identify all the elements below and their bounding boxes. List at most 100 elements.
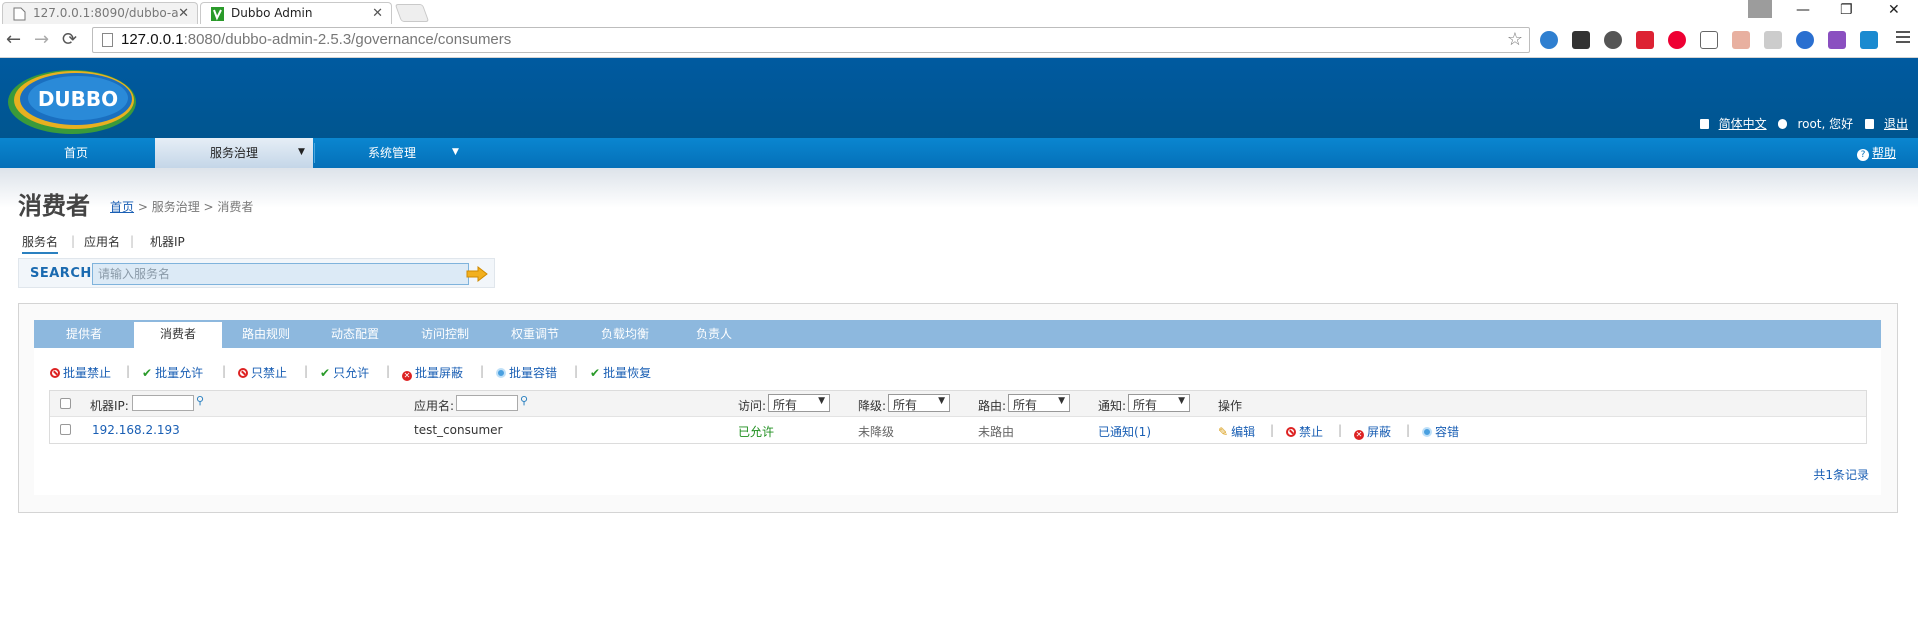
divider: | bbox=[574, 364, 579, 378]
divider: | bbox=[1270, 423, 1275, 437]
extension-gear-icon[interactable] bbox=[1796, 31, 1814, 49]
row-route-status: 未路由 bbox=[978, 425, 1015, 439]
close-tab-icon[interactable]: ✕ bbox=[372, 6, 383, 21]
only-forbid-button[interactable]: 只禁止 bbox=[238, 364, 287, 381]
search-tab-machine-ip[interactable]: 机器IP bbox=[150, 233, 185, 250]
pencil-icon: ✎ bbox=[1218, 425, 1229, 439]
browser-tab-title: 127.0.0.1:8090/dubbo-a bbox=[33, 6, 179, 20]
header-degrade: 降级: bbox=[858, 399, 887, 413]
ip-filter-input[interactable] bbox=[132, 395, 194, 411]
select-all-checkbox[interactable] bbox=[60, 398, 71, 409]
browser-tab-2[interactable]: Dubbo Admin ✕ bbox=[200, 2, 392, 24]
detail-tabs: 提供者 消费者 路由规则 动态配置 访问控制 权重调节 负载均衡 负责人 bbox=[34, 320, 1881, 348]
search-bar: SEARCH bbox=[18, 258, 495, 288]
divider: | bbox=[222, 364, 227, 378]
header-operations: 操作 bbox=[1218, 399, 1243, 413]
breadcrumb-home-link[interactable]: 首页 bbox=[110, 200, 134, 214]
search-icon[interactable]: ⚲ bbox=[520, 394, 528, 407]
degrade-filter-select[interactable]: 所有 ▼ bbox=[888, 394, 950, 412]
route-filter-select[interactable]: 所有 ▼ bbox=[1008, 394, 1070, 412]
address-bar[interactable]: 127.0.0.1:8080/dubbo-admin-2.5.3/governa… bbox=[92, 27, 1530, 53]
browser-tab-title: Dubbo Admin bbox=[231, 6, 313, 20]
browser-menu-icon[interactable] bbox=[1896, 31, 1910, 45]
shield-button[interactable]: ✕ 屏蔽 bbox=[1354, 423, 1391, 440]
help-icon: ? bbox=[1856, 149, 1869, 161]
extension-evernote-icon[interactable] bbox=[1604, 31, 1622, 49]
search-tab-app-name[interactable]: 应用名 bbox=[84, 233, 120, 250]
batch-allow-button[interactable]: ✔ 批量允许 bbox=[142, 364, 203, 381]
extension-s-icon[interactable] bbox=[1860, 31, 1878, 49]
language-link[interactable]: 简体中文 bbox=[1699, 117, 1767, 131]
extension-crosshair-icon[interactable] bbox=[1700, 31, 1718, 49]
search-icon[interactable]: ⚲ bbox=[196, 394, 204, 407]
row-access-status: 已允许 bbox=[738, 425, 775, 439]
tab-consumers[interactable]: 消费者 bbox=[134, 320, 222, 348]
nav-home[interactable]: 首页 bbox=[0, 138, 152, 168]
extension-tree-icon[interactable] bbox=[1764, 31, 1782, 49]
nav-service-governance[interactable]: 服务治理 ▼ bbox=[155, 138, 313, 168]
extension-opera-icon[interactable] bbox=[1668, 31, 1686, 49]
tab-providers[interactable]: 提供者 bbox=[34, 320, 134, 348]
extension-feather-icon[interactable] bbox=[1828, 31, 1846, 49]
nav-system-management[interactable]: 系统管理 ▼ bbox=[316, 138, 468, 168]
bookmark-star-icon[interactable]: ☆ bbox=[1507, 29, 1523, 50]
extension-check-icon[interactable] bbox=[1572, 31, 1590, 49]
reload-icon[interactable]: ⟳ bbox=[62, 29, 77, 50]
tab-load-balance[interactable]: 负载均衡 bbox=[580, 320, 670, 348]
row-checkbox[interactable] bbox=[60, 424, 71, 435]
minimize-icon[interactable]: — bbox=[1796, 2, 1810, 18]
notify-filter-select[interactable]: 所有 ▼ bbox=[1128, 394, 1190, 412]
check-icon: ✔ bbox=[320, 366, 331, 380]
tab-weights[interactable]: 权重调节 bbox=[490, 320, 580, 348]
divider: | bbox=[1406, 423, 1411, 437]
extension-globe-icon[interactable] bbox=[1540, 31, 1558, 49]
table-row: 192.168.2.193 test_consumer 已允许 未降级 未路由 … bbox=[50, 417, 1866, 443]
header-route: 路由: bbox=[978, 399, 1007, 413]
access-filter-select[interactable]: 所有 ▼ bbox=[768, 394, 830, 412]
tolerate-button[interactable]: 容错 bbox=[1422, 423, 1459, 440]
only-allow-button[interactable]: ✔ 只允许 bbox=[320, 364, 369, 381]
search-input[interactable] bbox=[92, 263, 469, 285]
dropdown-arrow-icon: ▼ bbox=[1178, 396, 1185, 406]
new-tab-button[interactable] bbox=[394, 4, 430, 22]
nav-divider bbox=[314, 143, 315, 163]
search-tab-service-name[interactable]: 服务名 bbox=[22, 233, 59, 254]
forward-icon[interactable]: → bbox=[34, 29, 49, 50]
extension-window-icon[interactable] bbox=[1732, 31, 1750, 49]
window-close-icon[interactable]: ✕ bbox=[1888, 2, 1900, 18]
row-notify-link[interactable]: 已通知(1) bbox=[1098, 423, 1151, 440]
forbid-button[interactable]: 禁止 bbox=[1286, 423, 1323, 440]
tab-owners[interactable]: 负责人 bbox=[670, 320, 758, 348]
app-filter-input[interactable] bbox=[456, 395, 518, 411]
tab-access-control[interactable]: 访问控制 bbox=[400, 320, 490, 348]
batch-forbid-button[interactable]: 批量禁止 bbox=[50, 364, 111, 381]
dubbo-logo[interactable]: DUBBO bbox=[6, 64, 142, 134]
edit-button[interactable]: ✎ 编辑 bbox=[1218, 423, 1255, 440]
search-arrow-icon[interactable] bbox=[465, 266, 489, 282]
divider: | bbox=[386, 364, 391, 378]
profile-icon[interactable] bbox=[1748, 0, 1772, 18]
tab-routes[interactable]: 路由规则 bbox=[222, 320, 310, 348]
row-degrade-status: 未降级 bbox=[858, 425, 895, 439]
batch-recover-button[interactable]: ✔ 批量恢复 bbox=[590, 364, 651, 381]
divider: | bbox=[126, 364, 131, 378]
row-ip-link[interactable]: 192.168.2.193 bbox=[92, 423, 180, 437]
help-link[interactable]: ? 帮助 bbox=[1856, 138, 1896, 168]
dropdown-arrow-icon: ▼ bbox=[1058, 396, 1065, 406]
language-icon bbox=[1699, 119, 1709, 129]
logout-link[interactable]: 退出 bbox=[1864, 117, 1908, 131]
page-info-icon[interactable] bbox=[102, 33, 113, 47]
browser-tab-1[interactable]: 127.0.0.1:8090/dubbo-a ✕ bbox=[2, 2, 198, 24]
tab-dynamic-config[interactable]: 动态配置 bbox=[310, 320, 400, 348]
extension-fe-icon[interactable] bbox=[1636, 31, 1654, 49]
dropdown-arrow-icon: ▼ bbox=[818, 396, 825, 406]
search-label: SEARCH bbox=[30, 266, 92, 281]
divider: | bbox=[480, 364, 485, 378]
main-nav: 首页 服务治理 ▼ 系统管理 ▼ ? 帮助 bbox=[0, 138, 1918, 168]
back-icon[interactable]: ← bbox=[6, 29, 21, 50]
batch-tolerate-button[interactable]: 批量容错 bbox=[496, 364, 557, 381]
close-tab-icon[interactable]: ✕ bbox=[178, 6, 189, 21]
maximize-icon[interactable]: ❐ bbox=[1840, 2, 1853, 18]
batch-shield-button[interactable]: ✕ 批量屏蔽 bbox=[402, 364, 463, 381]
check-icon: ✔ bbox=[590, 366, 601, 380]
